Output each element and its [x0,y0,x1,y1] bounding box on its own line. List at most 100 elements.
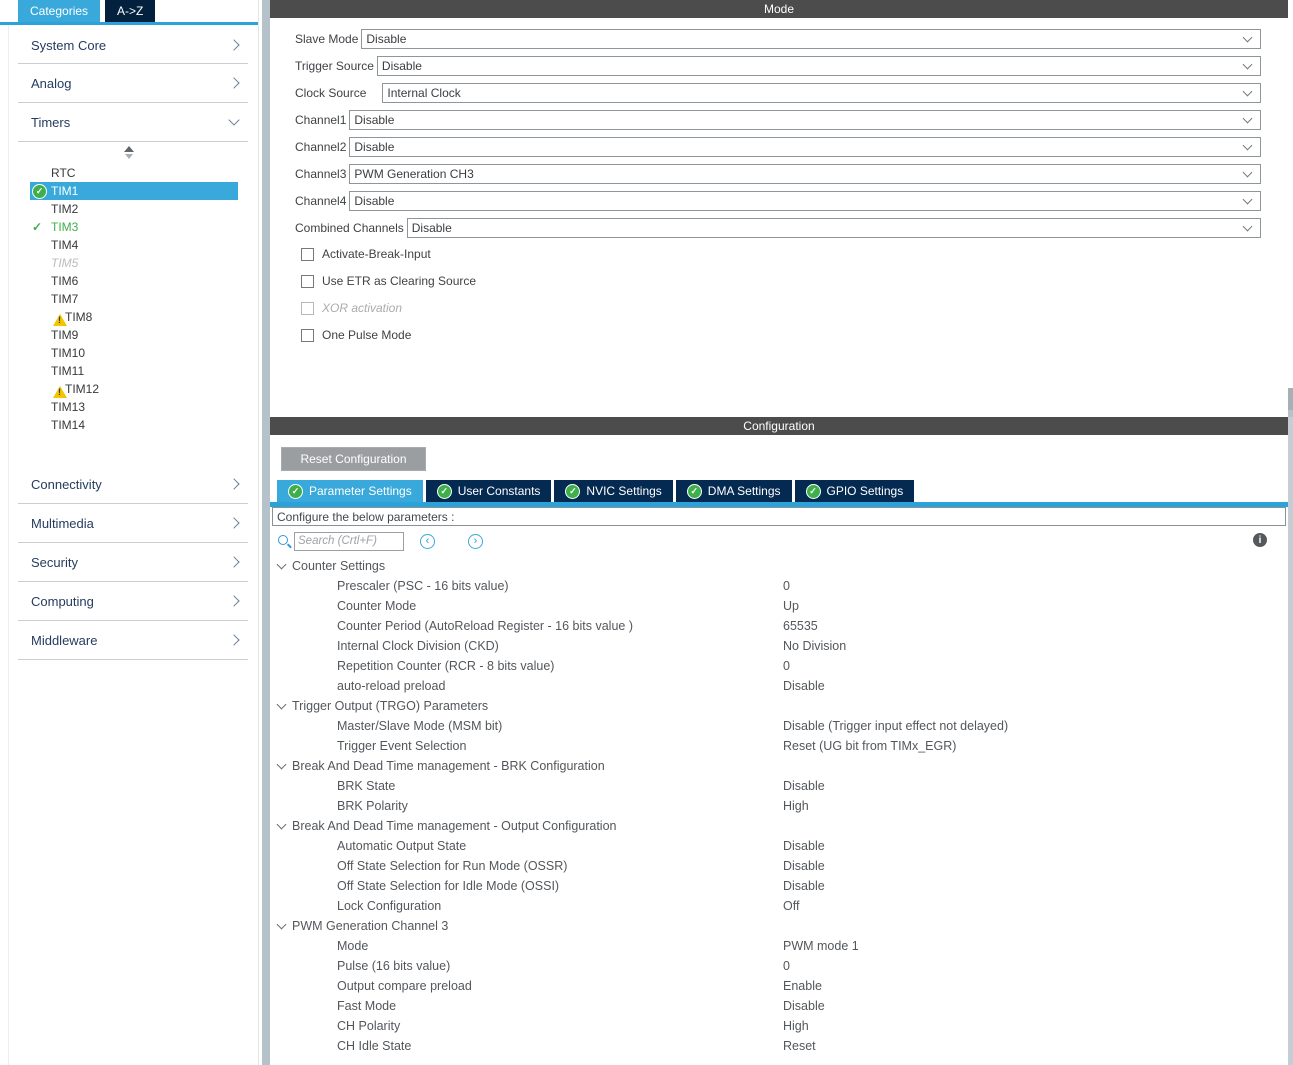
parameter-row-counter-mode[interactable]: Counter Mode Up [270,596,1288,616]
prev-arrow-icon[interactable]: ‹ [420,534,435,549]
parameter-value[interactable]: No Division [783,639,846,653]
parameter-value[interactable]: High [783,799,809,813]
sidebar-item-tim5[interactable]: TIM5 [30,254,238,272]
parameter-group-counter-settings[interactable]: Counter Settings [270,556,1288,576]
parameter-value[interactable]: Disable [783,779,825,793]
chevron-down-icon[interactable] [278,764,285,768]
dropdown-trigger-source[interactable]: Disable [377,56,1261,76]
chevron-down-icon[interactable] [278,564,285,568]
sidebar-item-tim11[interactable]: TIM11 [30,362,238,380]
tab-gpio-settings[interactable]: GPIO Settings [795,480,915,502]
sidebar-item-tim14[interactable]: TIM14 [30,416,238,434]
checkbox-row-xor-activation[interactable]: XOR activation [301,301,1261,315]
parameter-row-master-slave-mode-msm-bit[interactable]: Master/Slave Mode (MSM bit) Disable (Tri… [270,716,1288,736]
scroll-down-icon[interactable] [125,154,133,159]
parameter-value[interactable]: 0 [783,659,790,673]
checkbox[interactable] [301,329,314,342]
scroll-up-icon[interactable] [124,146,134,152]
checkbox[interactable] [301,248,314,261]
parameter-value[interactable]: 0 [783,959,790,973]
parameter-row-fast-mode[interactable]: Fast Mode Disable [270,996,1288,1016]
sidebar-section-security[interactable]: Security [18,543,248,582]
parameter-row-ch-polarity[interactable]: CH Polarity High [270,1016,1288,1036]
tab-parameter-settings[interactable]: Parameter Settings [277,480,423,502]
parameter-row-brk-polarity[interactable]: BRK Polarity High [270,796,1288,816]
parameter-row-auto-reload-preload[interactable]: auto-reload preload Disable [270,676,1288,696]
search-input[interactable] [294,532,404,551]
dropdown-channel2[interactable]: Disable [349,137,1261,157]
parameter-value[interactable]: 65535 [783,619,818,633]
sidebar-item-tim8[interactable]: TIM8 [30,308,238,326]
parameter-value[interactable]: Off [783,899,799,913]
sidebar-section-timers[interactable]: Timers [18,103,248,142]
parameter-row-off-state-selection-for-run-mode-ossr[interactable]: Off State Selection for Run Mode (OSSR) … [270,856,1288,876]
sidebar-item-tim2[interactable]: TIM2 [30,200,238,218]
info-icon[interactable] [1253,533,1267,547]
parameter-value[interactable]: Enable [783,979,822,993]
parameter-group-trigger-output-trgo-parameters[interactable]: Trigger Output (TRGO) Parameters [270,696,1288,716]
parameter-value[interactable]: Disable [783,859,825,873]
parameter-value[interactable]: High [783,1019,809,1033]
vertical-splitter[interactable] [262,0,270,1065]
reset-configuration-button[interactable]: Reset Configuration [281,447,426,471]
scroll-spinner-icon[interactable] [0,146,258,159]
sidebar-item-tim9[interactable]: TIM9 [30,326,238,344]
parameter-row-prescaler-psc-16-bits-value[interactable]: Prescaler (PSC - 16 bits value) 0 [270,576,1288,596]
sidebar-section-multimedia[interactable]: Multimedia [18,504,248,543]
parameter-row-repetition-counter-rcr-8-bits-value[interactable]: Repetition Counter (RCR - 8 bits value) … [270,656,1288,676]
sidebar-item-tim12[interactable]: TIM12 [30,380,238,398]
tab-categories[interactable]: Categories [18,0,100,22]
parameter-value[interactable]: Reset (UG bit from TIMx_EGR) [783,739,956,753]
parameter-row-brk-state[interactable]: BRK State Disable [270,776,1288,796]
parameter-value[interactable]: Disable (Trigger input effect not delaye… [783,719,1008,733]
sidebar-item-tim1[interactable]: TIM1 [30,182,238,200]
parameter-group-break-and-dead-time-management-output-configuration[interactable]: Break And Dead Time management - Output … [270,816,1288,836]
chevron-down-icon[interactable] [278,824,285,828]
parameter-value[interactable]: Disable [783,679,825,693]
parameter-group-break-and-dead-time-management-brk-configuration[interactable]: Break And Dead Time management - BRK Con… [270,756,1288,776]
parameter-row-lock-configuration[interactable]: Lock Configuration Off [270,896,1288,916]
checkbox-row-use-etr-as-clearing-source[interactable]: Use ETR as Clearing Source [301,274,1261,288]
tab-user-constants[interactable]: User Constants [426,480,552,502]
dropdown-combined-channels[interactable]: Disable [407,218,1261,238]
dropdown-channel3[interactable]: PWM Generation CH3 [349,164,1261,184]
dropdown-slave-mode[interactable]: Disable [361,29,1261,49]
parameter-value[interactable]: Reset [783,1039,816,1053]
parameter-row-output-compare-preload[interactable]: Output compare preload Enable [270,976,1288,996]
parameter-row-internal-clock-division-ckd[interactable]: Internal Clock Division (CKD) No Divisio… [270,636,1288,656]
sidebar-item-rtc[interactable]: RTC [30,164,238,182]
dropdown-clock-source[interactable]: Internal Clock [382,83,1261,103]
parameter-row-automatic-output-state[interactable]: Automatic Output State Disable [270,836,1288,856]
parameter-row-counter-period-autoreload-register-16-bits-value[interactable]: Counter Period (AutoReload Register - 16… [270,616,1288,636]
dropdown-channel1[interactable]: Disable [349,110,1261,130]
parameter-group-pwm-generation-channel-3[interactable]: PWM Generation Channel 3 [270,916,1288,936]
parameter-row-trigger-event-selection[interactable]: Trigger Event Selection Reset (UG bit fr… [270,736,1288,756]
tab-nvic-settings[interactable]: NVIC Settings [554,480,672,502]
parameter-row-off-state-selection-for-idle-mode-ossi[interactable]: Off State Selection for Idle Mode (OSSI)… [270,876,1288,896]
sidebar-item-tim13[interactable]: TIM13 [30,398,238,416]
parameter-value[interactable]: 0 [783,579,790,593]
next-arrow-icon[interactable]: › [468,534,483,549]
parameter-value[interactable]: PWM mode 1 [783,939,859,953]
chevron-down-icon[interactable] [278,924,285,928]
sidebar-item-tim10[interactable]: TIM10 [30,344,238,362]
sidebar-item-tim3[interactable]: TIM3 [30,218,238,236]
parameter-row-pulse-16-bits-value[interactable]: Pulse (16 bits value) 0 [270,956,1288,976]
sidebar-item-tim7[interactable]: TIM7 [30,290,238,308]
sidebar-section-computing[interactable]: Computing [18,582,248,621]
parameter-row-ch-idle-state[interactable]: CH Idle State Reset [270,1036,1288,1056]
parameter-value[interactable]: Disable [783,999,825,1013]
sidebar-section-middleware[interactable]: Middleware [18,621,248,660]
sidebar-section-analog[interactable]: Analog [18,64,248,103]
parameter-row-mode[interactable]: Mode PWM mode 1 [270,936,1288,956]
checkbox-row-one-pulse-mode[interactable]: One Pulse Mode [301,328,1261,342]
dropdown-channel4[interactable]: Disable [349,191,1261,211]
chevron-down-icon[interactable] [278,704,285,708]
checkbox[interactable] [301,302,314,315]
parameter-value[interactable]: Up [783,599,799,613]
checkbox-row-activate-break-input[interactable]: Activate-Break-Input [301,247,1261,261]
checkbox[interactable] [301,275,314,288]
tab-a-to-z[interactable]: A->Z [105,0,155,22]
sidebar-section-system-core[interactable]: System Core [18,27,248,64]
sidebar-item-tim4[interactable]: TIM4 [30,236,238,254]
